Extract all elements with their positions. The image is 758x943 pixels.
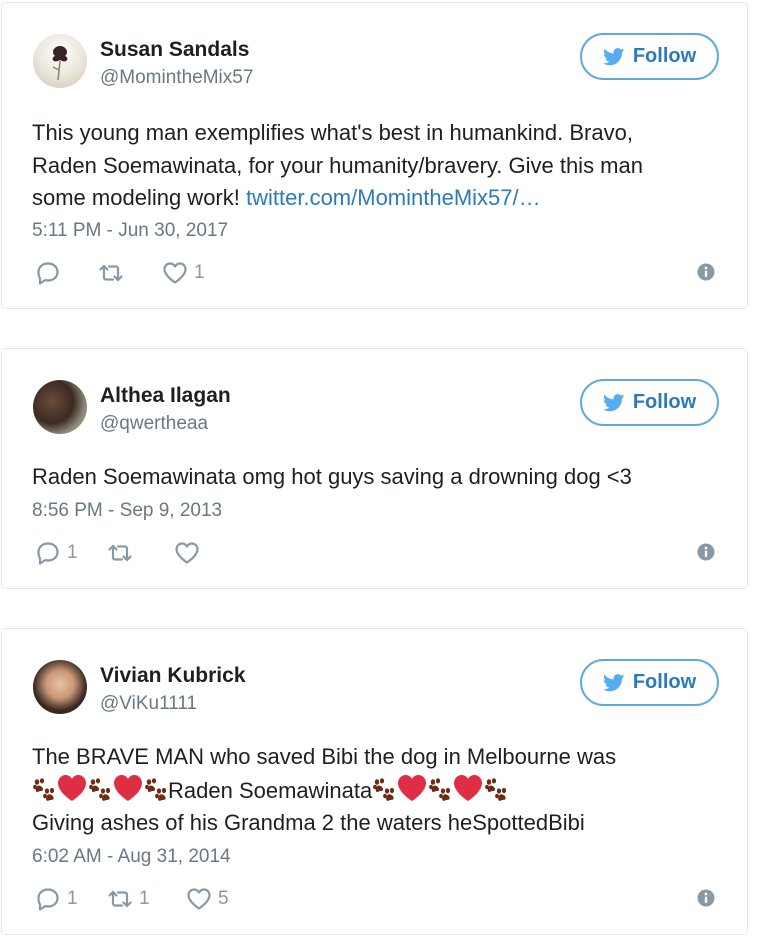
retweet-button[interactable] [98, 260, 130, 286]
username[interactable]: @ViKu1111 [100, 693, 197, 715]
reply-icon [35, 540, 61, 566]
retweet-button[interactable]: 1 [107, 886, 150, 912]
avatar[interactable] [33, 34, 87, 88]
action-bar: 1 1 5 [35, 886, 725, 912]
timestamp[interactable]: 8:56 PM - Sep 9, 2013 [32, 500, 222, 522]
action-bar: 1 [35, 540, 725, 566]
retweet-icon [98, 260, 124, 286]
heart-icon [186, 886, 212, 912]
tweet-text-line: Raden Soemawinata [32, 774, 732, 808]
paw-prints-emoji [88, 778, 112, 802]
tweet-card[interactable]: Vivian Kubrick @ViKu1111 Follow The BRAV… [1, 628, 748, 935]
twitter-bird-icon [603, 674, 625, 692]
paw-prints-emoji [32, 778, 56, 802]
follow-label: Follow [632, 671, 697, 693]
retweet-count: 1 [139, 888, 150, 909]
tweet-text-line: Giving ashes of his Grandma 2 the waters… [32, 810, 585, 835]
follow-button[interactable]: Follow [580, 659, 719, 706]
like-count: 1 [194, 262, 205, 283]
reply-button[interactable] [35, 260, 67, 286]
tweet-card[interactable]: Althea Ilagan @qwertheaa Follow Raden So… [1, 348, 748, 589]
like-button[interactable]: 1 [162, 260, 205, 286]
action-bar: 1 [35, 260, 725, 286]
tweet-card[interactable]: Susan Sandals @MomintheMix57 Follow This… [1, 2, 748, 309]
follow-label: Follow [632, 391, 697, 413]
tweet-text-segment: some modeling work! [32, 185, 240, 210]
tweet-text: Raden Soemawinata omg hot guys saving a … [32, 461, 732, 494]
follow-button[interactable]: Follow [580, 33, 719, 80]
heart-icon [174, 540, 200, 566]
avatar[interactable] [33, 380, 87, 434]
like-count: 5 [218, 888, 229, 909]
info-icon[interactable] [697, 543, 715, 561]
mentioned-name: Raden Soemawinata [168, 777, 373, 803]
tweet-text: This young man exemplifies what's best i… [32, 117, 732, 215]
tweet-text-line: This young man exemplifies what's best i… [32, 120, 633, 145]
paw-prints-emoji [428, 778, 452, 802]
retweet-icon [107, 886, 133, 912]
info-icon[interactable] [697, 889, 715, 907]
red-heart-emoji [397, 774, 427, 802]
display-name[interactable]: Susan Sandals [100, 38, 249, 62]
reply-button[interactable]: 1 [35, 540, 78, 566]
like-button[interactable] [174, 540, 206, 566]
tweet-text-line: The BRAVE MAN who saved Bibi the dog in … [32, 744, 617, 769]
tweet-text-line: some modeling work! twitter.com/Mominthe… [32, 182, 732, 215]
like-button[interactable]: 5 [186, 886, 229, 912]
reply-icon [35, 260, 61, 286]
retweet-icon [107, 540, 133, 566]
tweet-text-line: Raden Soemawinata omg hot guys saving a … [32, 464, 632, 489]
reply-button[interactable]: 1 [35, 886, 78, 912]
red-heart-emoji [113, 774, 143, 802]
tweet-text: The BRAVE MAN who saved Bibi the dog in … [32, 741, 732, 840]
red-heart-emoji [453, 774, 483, 802]
tweet-link[interactable]: twitter.com/MomintheMix57/… [246, 185, 541, 210]
display-name[interactable]: Althea Ilagan [100, 384, 231, 408]
red-heart-emoji [57, 774, 87, 802]
paw-prints-emoji [372, 778, 396, 802]
info-icon[interactable] [697, 263, 715, 281]
retweet-button[interactable] [107, 540, 139, 566]
tweet-text-line: Raden Soemawinata, for your humanity/bra… [32, 152, 643, 178]
username[interactable]: @MomintheMix57 [100, 67, 253, 89]
reply-icon [35, 886, 61, 912]
rose-photo-icon [52, 46, 68, 81]
avatar[interactable] [33, 660, 87, 714]
paw-prints-emoji [484, 778, 508, 802]
reply-count: 1 [67, 542, 78, 563]
heart-icon [162, 260, 188, 286]
twitter-bird-icon [603, 48, 625, 66]
timestamp[interactable]: 5:11 PM - Jun 30, 2017 [32, 220, 228, 242]
twitter-bird-icon [603, 394, 625, 412]
follow-button[interactable]: Follow [580, 379, 719, 426]
paw-prints-emoji [144, 778, 168, 802]
timestamp[interactable]: 6:02 AM - Aug 31, 2014 [32, 846, 231, 868]
display-name[interactable]: Vivian Kubrick [100, 664, 246, 688]
username[interactable]: @qwertheaa [100, 413, 208, 435]
follow-label: Follow [632, 45, 697, 67]
reply-count: 1 [67, 888, 78, 909]
